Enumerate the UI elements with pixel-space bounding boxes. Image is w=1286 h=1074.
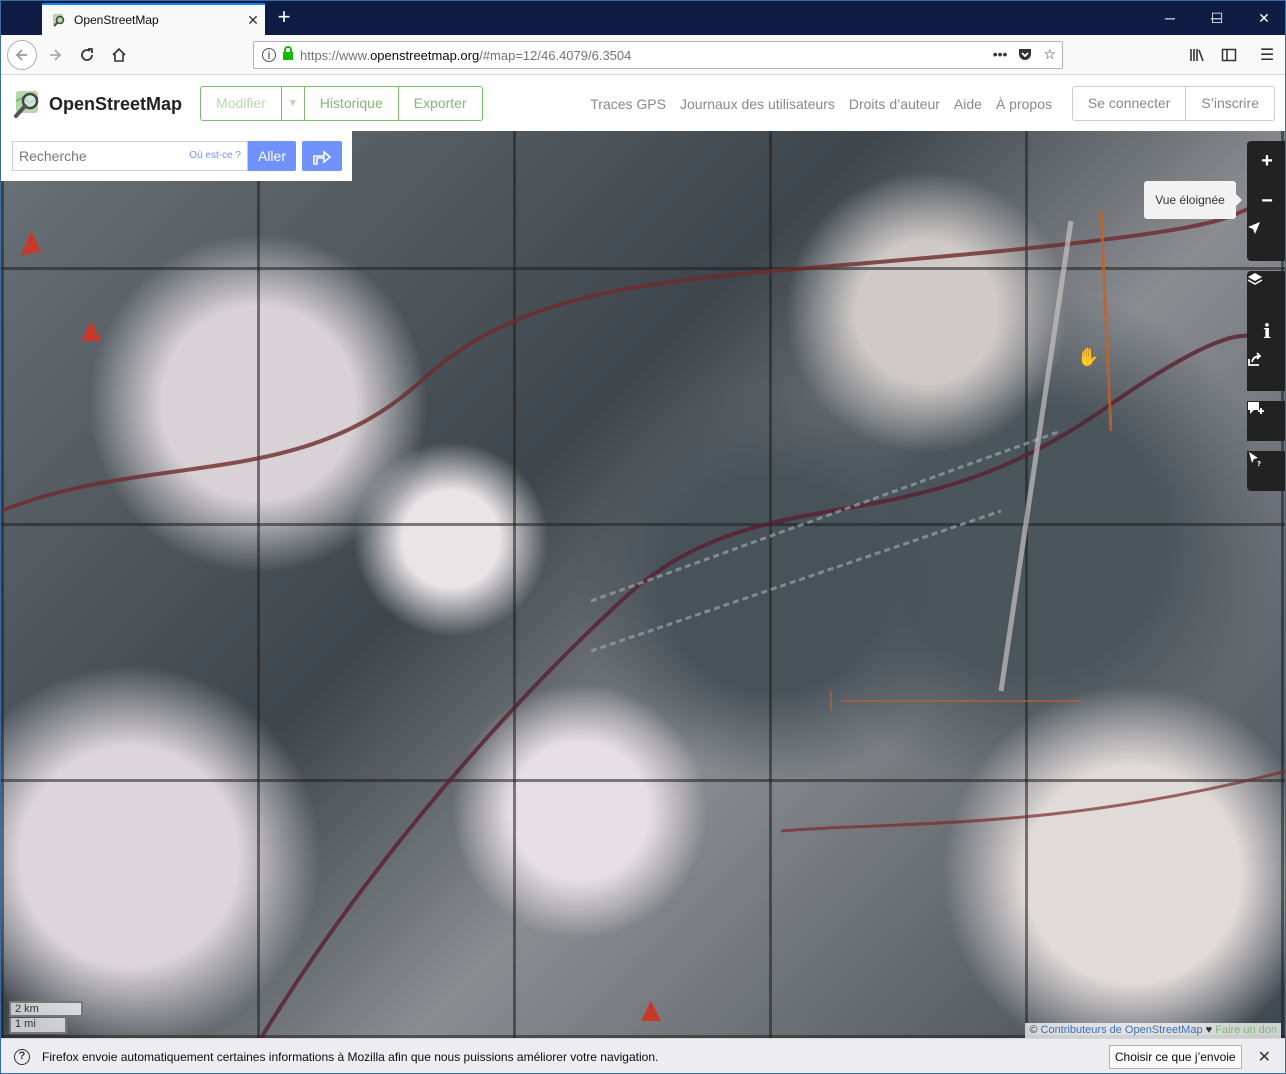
tab-title: OpenStreetMap: [74, 13, 159, 27]
tab-close-icon[interactable]: ✕: [241, 12, 265, 29]
minimize-window-button[interactable]: ─: [1147, 1, 1193, 35]
scale-km: 2 km: [9, 1001, 83, 1017]
locate-button[interactable]: [1247, 221, 1285, 261]
login-button[interactable]: Se connecter: [1073, 87, 1187, 120]
url-path: /#map=12/46.4079/6.3504: [479, 47, 632, 63]
close-window-button[interactable]: ✕: [1241, 1, 1285, 35]
page-actions-button[interactable]: •••: [993, 46, 1008, 65]
link-droits-auteur[interactable]: Droits d’auteur: [849, 96, 940, 112]
query-cursor-icon: ?: [1249, 452, 1261, 467]
tab-strip: OpenStreetMap ✕ + ─ ─ ☐ ✕: [1, 1, 1285, 35]
share-icon: [1248, 352, 1262, 366]
new-tab-button[interactable]: +: [271, 5, 297, 31]
top-nav-links: Traces GPS Journaux des utilisateurs Dro…: [590, 96, 1052, 112]
link-journaux[interactable]: Journaux des utilisateurs: [680, 96, 835, 112]
note-add-icon: [1248, 402, 1264, 414]
directions-button[interactable]: [302, 141, 342, 171]
layers-button[interactable]: [1247, 271, 1285, 311]
zoom-out-tooltip: Vue éloignée: [1144, 181, 1242, 219]
bookmark-star-icon[interactable]: ☆: [1043, 46, 1056, 65]
sidebar-icon[interactable]: [1215, 41, 1243, 69]
search-placeholder: Recherche: [19, 148, 87, 164]
locate-arrow-icon: [1248, 222, 1260, 234]
hand-cursor-icon: ✋: [1077, 347, 1100, 367]
add-note-button[interactable]: [1247, 401, 1285, 441]
library-icon[interactable]: [1183, 41, 1211, 69]
map-attribution: © Contributeurs de OpenStreetMap ♥ Faire…: [1025, 1023, 1281, 1038]
info-button[interactable]: i: [1247, 311, 1285, 351]
osm-logo[interactable]: OpenStreetMap: [13, 89, 182, 119]
search-input[interactable]: Recherche Où est-ce ?: [12, 141, 248, 171]
search-panel: Recherche Où est-ce ? Aller: [1, 131, 352, 181]
hamburger-menu-icon[interactable]: ☰: [1253, 41, 1281, 69]
heart-icon: ♥: [1205, 1024, 1213, 1036]
copyright-symbol: ©: [1029, 1024, 1038, 1036]
home-icon: [112, 47, 126, 62]
maximize-button[interactable]: ☐: [1194, 1, 1240, 35]
donate-link[interactable]: Faire un don: [1215, 1024, 1277, 1036]
tab-openstreetmap[interactable]: OpenStreetMap ✕: [42, 3, 265, 35]
back-arrow-icon: [15, 49, 27, 61]
zoom-out-button[interactable]: −: [1247, 181, 1285, 221]
lock-icon: [282, 45, 294, 65]
osm-magnifier-logo-icon: [14, 91, 39, 118]
reload-icon: [81, 48, 93, 61]
home-button[interactable]: [105, 41, 133, 69]
query-features-button[interactable]: ?: [1247, 451, 1285, 491]
link-a-propos[interactable]: À propos: [996, 96, 1052, 112]
forward-arrow-icon: [50, 49, 62, 61]
pocket-icon[interactable]: [1017, 46, 1033, 65]
notification-message: Firefox envoie automatiquement certaines…: [42, 1050, 659, 1064]
modifier-button[interactable]: Modifier: [201, 87, 282, 120]
url-prefix: https://www.: [300, 47, 371, 63]
question-icon: ?: [14, 1049, 30, 1065]
zoom-in-button[interactable]: +: [1247, 141, 1285, 181]
modifier-dropdown-icon[interactable]: ▼: [282, 87, 305, 120]
info-icon[interactable]: i: [262, 48, 276, 62]
scale-mi: 1 mi: [9, 1018, 67, 1034]
notification-close-icon[interactable]: ✕: [1258, 1047, 1271, 1067]
historique-button[interactable]: Historique: [305, 87, 399, 120]
nav-toolbar: i https://www.openstreetmap.org/#map=12/…: [1, 35, 1285, 75]
url-text: https://www.openstreetmap.org/#map=12/46…: [300, 48, 631, 63]
directions-icon: [313, 150, 332, 165]
osm-favicon-icon: [52, 13, 66, 27]
link-traces-gps[interactable]: Traces GPS: [590, 96, 666, 112]
exporter-button[interactable]: Exporter: [399, 87, 482, 120]
telemetry-notification-bar: ? Firefox envoie automatiquement certain…: [1, 1038, 1285, 1073]
reload-button[interactable]: [73, 41, 101, 69]
share-button[interactable]: [1247, 351, 1285, 391]
contributors-link[interactable]: Contributeurs de OpenStreetMap: [1041, 1024, 1203, 1036]
svg-text:?: ?: [1257, 460, 1261, 467]
url-bar[interactable]: i https://www.openstreetmap.org/#map=12/…: [253, 41, 1063, 69]
map-roads: [1, 199, 1285, 1038]
auth-button-group: Se connecter S’inscrire: [1071, 86, 1275, 121]
layers-icon: [1247, 273, 1263, 285]
browser-window: OpenStreetMap ✕ + ─ ─ ☐ ✕ i https://www.…: [0, 0, 1286, 1074]
where-is-this-link[interactable]: Où est-ce ?: [189, 150, 241, 161]
search-go-button[interactable]: Aller: [248, 141, 296, 171]
url-host: openstreetmap.org: [370, 47, 480, 63]
edit-button-group: Modifier ▼ Historique Exporter: [200, 86, 483, 121]
osm-brand-name: OpenStreetMap: [49, 93, 183, 114]
back-button[interactable]: [7, 40, 37, 70]
link-aide[interactable]: Aide: [954, 96, 982, 112]
signup-button[interactable]: S’inscrire: [1186, 87, 1274, 120]
osm-header: OpenStreetMap Modifier ▼ Historique Expo…: [1, 76, 1285, 131]
forward-button[interactable]: [41, 41, 69, 69]
choose-what-i-share-button[interactable]: Choisir ce que j’envoie: [1108, 1045, 1242, 1069]
map-canvas[interactable]: ✋ + − i ? 2 km 1 mi: [1, 131, 1285, 1038]
